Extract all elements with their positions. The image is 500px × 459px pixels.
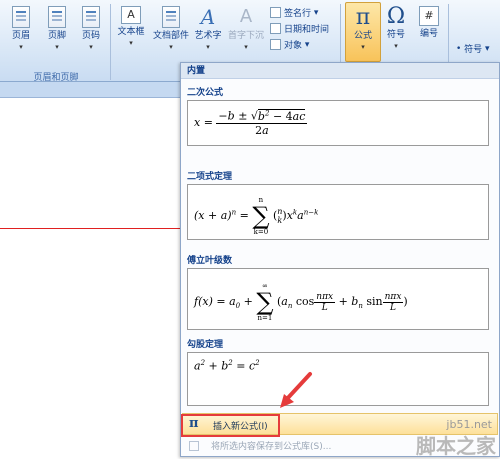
- annotation-arrow-icon: [280, 372, 312, 408]
- date-time-icon: [270, 23, 281, 34]
- header-button[interactable]: 页眉 ▾: [8, 6, 34, 53]
- drop-cap-label: 首字下沉: [227, 31, 264, 41]
- equation-fourier[interactable]: f(x) = a0 + ∞ ∑ n=1 (an cos nπx L + bn sin nπ…: [187, 268, 489, 330]
- equation-binomial[interactable]: (x + a)n = n ∑ k=0 (n k)xkan−k: [187, 184, 489, 240]
- page-number-button[interactable]: 页码 ▾: [78, 6, 104, 53]
- equation-button[interactable]: π 公式 ▾: [345, 2, 381, 62]
- footer-button[interactable]: 页脚 ▾: [44, 6, 70, 53]
- date-time-label: 日期和时间: [284, 25, 330, 35]
- number-icon: #: [419, 6, 439, 26]
- wordart-icon: A: [200, 5, 216, 29]
- section-title-binomial: 二项式定理: [187, 172, 233, 182]
- save-gallery-icon: [189, 440, 199, 451]
- quick-parts-label: 文档部件: [152, 31, 189, 41]
- textbox-icon: A: [121, 6, 141, 24]
- pi-icon: π: [355, 5, 371, 30]
- drop-cap-button[interactable]: A 首字下沉 ▾: [226, 6, 266, 53]
- section-title-pythagorean: 勾股定理: [187, 340, 224, 350]
- object-label: 对象: [284, 41, 303, 51]
- signature-label: 签名行: [284, 9, 312, 19]
- quick-parts-icon: [162, 6, 180, 28]
- section-title-quadratic: 二次公式: [187, 88, 224, 98]
- symbol-button[interactable]: Ω 符号 ▾: [382, 4, 410, 52]
- gallery-header: 内置: [181, 63, 499, 79]
- save-selection-label: 将所选内容保存到公式库(S)...: [211, 442, 332, 452]
- object-button[interactable]: 对象 ▾: [270, 38, 309, 51]
- drop-cap-icon: A: [239, 6, 253, 27]
- page-number-label: 页码: [81, 31, 100, 41]
- header-icon: [12, 6, 30, 28]
- watermark-brand: 脚本之家: [416, 434, 496, 458]
- symbol-small-button[interactable]: • 符号 ▾: [456, 42, 490, 56]
- equation-pythagorean[interactable]: a2 + b2 = c2: [187, 352, 489, 406]
- symbol-label: 符号: [386, 30, 405, 40]
- page-number-icon: [82, 6, 100, 28]
- omega-icon: Ω: [386, 4, 406, 29]
- group-separator: [110, 4, 111, 80]
- footer-label: 页脚: [47, 31, 66, 41]
- wordart-button[interactable]: A 艺术字 ▾: [192, 6, 224, 53]
- number-button[interactable]: # 编号: [415, 6, 443, 40]
- symbol-small-label: 符号: [464, 45, 483, 55]
- date-time-button[interactable]: 日期和时间: [270, 22, 329, 35]
- equation-gallery: 内置 二次公式 x = −b ± √b2 − 4ac 2a 二项式定理 (x + …: [180, 62, 500, 457]
- equation-label: 公式: [353, 31, 372, 41]
- object-icon: [270, 39, 281, 50]
- footer-icon: [48, 6, 66, 28]
- textbox-button[interactable]: A 文本框 ▾: [116, 6, 146, 49]
- save-selection-to-gallery: 将所选内容保存到公式库(S)...: [189, 439, 331, 452]
- quick-parts-button[interactable]: 文档部件 ▾: [150, 6, 192, 53]
- textbox-label: 文本框: [117, 27, 145, 37]
- symbol-small-icon: •: [456, 43, 465, 54]
- header-label: 页眉: [11, 31, 30, 41]
- number-label: 编号: [419, 29, 438, 39]
- highlight-box: [181, 414, 280, 437]
- wordart-label: 艺术字: [194, 31, 222, 41]
- signature-icon: [270, 7, 281, 18]
- section-title-fourier: 傅立叶级数: [187, 256, 233, 266]
- signature-line-button[interactable]: 签名行 ▾: [270, 6, 318, 19]
- equation-quadratic[interactable]: x = −b ± √b2 − 4ac 2a: [187, 100, 489, 146]
